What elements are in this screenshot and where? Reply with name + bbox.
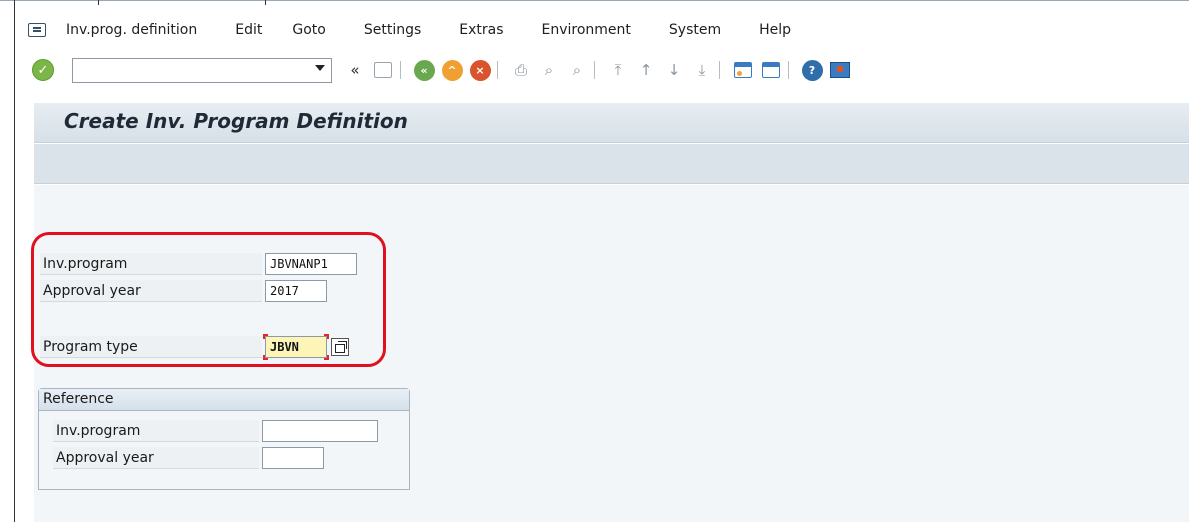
menu-inv-prog-definition[interactable]: Inv.prog. definition bbox=[66, 22, 197, 38]
enter-check-icon[interactable]: ✓ bbox=[32, 59, 54, 81]
first-page-icon[interactable]: ⤒ bbox=[607, 59, 629, 81]
create-session-icon[interactable] bbox=[732, 59, 754, 81]
focus-corner bbox=[324, 355, 329, 360]
exit-icon[interactable]: ^ bbox=[441, 59, 463, 81]
last-page-icon[interactable]: ⤓ bbox=[691, 59, 713, 81]
toolbar-separator bbox=[719, 61, 720, 79]
menu-edit[interactable]: Edit bbox=[235, 22, 262, 38]
reference-approval-year-input[interactable] bbox=[262, 447, 324, 469]
approval-year-row: Approval year 2017 bbox=[40, 280, 327, 302]
program-type-field[interactable]: JBVN bbox=[263, 334, 329, 360]
reference-inv-program-input[interactable] bbox=[262, 420, 378, 442]
menu-extras[interactable]: Extras bbox=[459, 22, 503, 38]
next-page-icon[interactable]: ↓ bbox=[663, 59, 685, 81]
menu-settings[interactable]: Settings bbox=[364, 22, 421, 38]
previous-page-icon[interactable]: ↑ bbox=[635, 59, 657, 81]
help-icon[interactable]: ? bbox=[801, 59, 823, 81]
reference-group: Reference Inv.program Approval year bbox=[38, 388, 410, 490]
title-bar: Create Inv. Program Definition bbox=[34, 103, 1189, 143]
menu-goto[interactable]: Goto bbox=[292, 22, 325, 38]
print-icon[interactable]: ⎙ bbox=[510, 59, 532, 81]
window-left-border bbox=[14, 0, 15, 522]
back-icon[interactable]: « bbox=[413, 59, 435, 81]
program-type-label: Program type bbox=[40, 336, 262, 358]
command-input[interactable] bbox=[73, 58, 303, 82]
cancel-icon[interactable]: × bbox=[469, 59, 491, 81]
inv-program-row: Inv.program JBVNANP1 bbox=[40, 253, 357, 275]
toolbar-separator bbox=[497, 61, 498, 79]
inv-program-label: Inv.program bbox=[40, 253, 262, 275]
reference-group-title: Reference bbox=[39, 389, 409, 411]
find-next-icon[interactable]: ⌕ bbox=[566, 59, 588, 81]
focus-corner bbox=[263, 355, 268, 360]
customize-layout-icon[interactable] bbox=[829, 59, 851, 81]
application-toolbar bbox=[34, 144, 1189, 184]
menu-system[interactable]: System bbox=[669, 22, 721, 38]
value-help-icon[interactable] bbox=[331, 338, 349, 356]
find-icon[interactable]: ⌕ bbox=[538, 59, 560, 81]
menu-icon[interactable] bbox=[28, 23, 46, 37]
approval-year-field[interactable]: 2017 bbox=[265, 280, 327, 302]
toolbar-separator bbox=[788, 61, 789, 79]
toolbar-separator bbox=[594, 61, 595, 79]
toolbar-separator bbox=[400, 61, 401, 79]
command-field[interactable] bbox=[72, 57, 332, 83]
page-title: Create Inv. Program Definition bbox=[64, 109, 408, 133]
chevron-down-icon[interactable] bbox=[315, 64, 325, 71]
focus-corner bbox=[263, 334, 268, 339]
inv-program-field[interactable]: JBVNANP1 bbox=[265, 253, 357, 275]
reference-approval-year-label: Approval year bbox=[53, 447, 259, 469]
menu-bar: Inv.prog. definition Edit Goto Settings … bbox=[20, 18, 829, 42]
shortcut-icon[interactable] bbox=[760, 59, 782, 81]
window-top-tab bbox=[98, 0, 266, 5]
approval-year-label: Approval year bbox=[40, 280, 262, 302]
standard-toolbar: ✓ « « ^ × ⎙ ⌕ ⌕ ⤒ ↑ ↓ ⤓ ? bbox=[20, 55, 851, 85]
menu-help[interactable]: Help bbox=[759, 22, 791, 38]
reference-inv-program-label: Inv.program bbox=[53, 420, 259, 442]
focus-corner bbox=[324, 334, 329, 339]
program-type-value: JBVN bbox=[270, 340, 299, 354]
reference-approval-year-row: Approval year bbox=[53, 447, 324, 469]
reference-inv-program-row: Inv.program bbox=[53, 420, 378, 442]
collapse-icon[interactable]: « bbox=[344, 59, 366, 81]
save-icon[interactable] bbox=[372, 59, 394, 81]
menu-environment[interactable]: Environment bbox=[542, 22, 631, 38]
program-type-row: Program type JBVN bbox=[40, 334, 349, 360]
